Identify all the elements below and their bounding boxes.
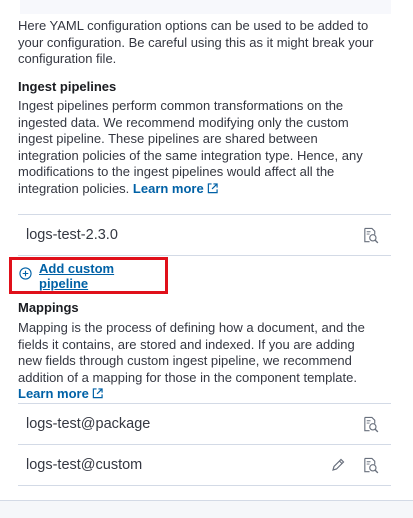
add-custom-pipeline-label: Add custom pipeline bbox=[39, 260, 115, 291]
pipeline-row-divider bbox=[18, 255, 391, 256]
pipeline-name: logs-test-2.3.0 bbox=[26, 227, 118, 243]
add-custom-pipeline-button[interactable]: Add custom pipeline bbox=[19, 261, 165, 291]
plus-in-circle-icon bbox=[19, 266, 32, 285]
inspect-icon[interactable] bbox=[361, 456, 379, 474]
pipeline-row: logs-test-2.3.0 bbox=[18, 214, 391, 255]
panel-footer bbox=[0, 501, 413, 518]
external-link-icon bbox=[207, 182, 218, 199]
template-list-divider bbox=[18, 485, 391, 486]
add-custom-pipeline-highlight: Add custom pipeline bbox=[9, 257, 168, 294]
mappings-description: Mapping is the process of defining how a… bbox=[18, 320, 378, 404]
mappings-title: Mappings bbox=[18, 300, 79, 315]
ingest-pipelines-description: Ingest pipelines perform common transfor… bbox=[18, 98, 378, 198]
mappings-learn-more-label: Learn more bbox=[18, 386, 89, 401]
template-row-package: logs-test@package bbox=[18, 403, 391, 444]
template-name: logs-test@custom bbox=[26, 457, 143, 473]
inspect-icon[interactable] bbox=[361, 226, 379, 244]
previous-panel-edge bbox=[20, 0, 391, 14]
mappings-learn-more-link[interactable]: Learn more bbox=[18, 386, 103, 401]
pencil-icon[interactable] bbox=[329, 456, 347, 474]
ingest-learn-more-label: Learn more bbox=[132, 180, 204, 196]
yaml-description: Here YAML configuration options can be u… bbox=[18, 18, 374, 66]
ingest-pipelines-title: Ingest pipelines bbox=[18, 79, 117, 94]
ingest-learn-more-link[interactable]: Learn more bbox=[133, 181, 218, 196]
template-name: logs-test@package bbox=[26, 416, 151, 432]
external-link-icon bbox=[92, 387, 103, 404]
inspect-icon[interactable] bbox=[361, 415, 379, 433]
template-row-custom: logs-test@custom bbox=[18, 444, 391, 485]
mappings-description-text: Mapping is the process of defining how a… bbox=[18, 320, 365, 385]
